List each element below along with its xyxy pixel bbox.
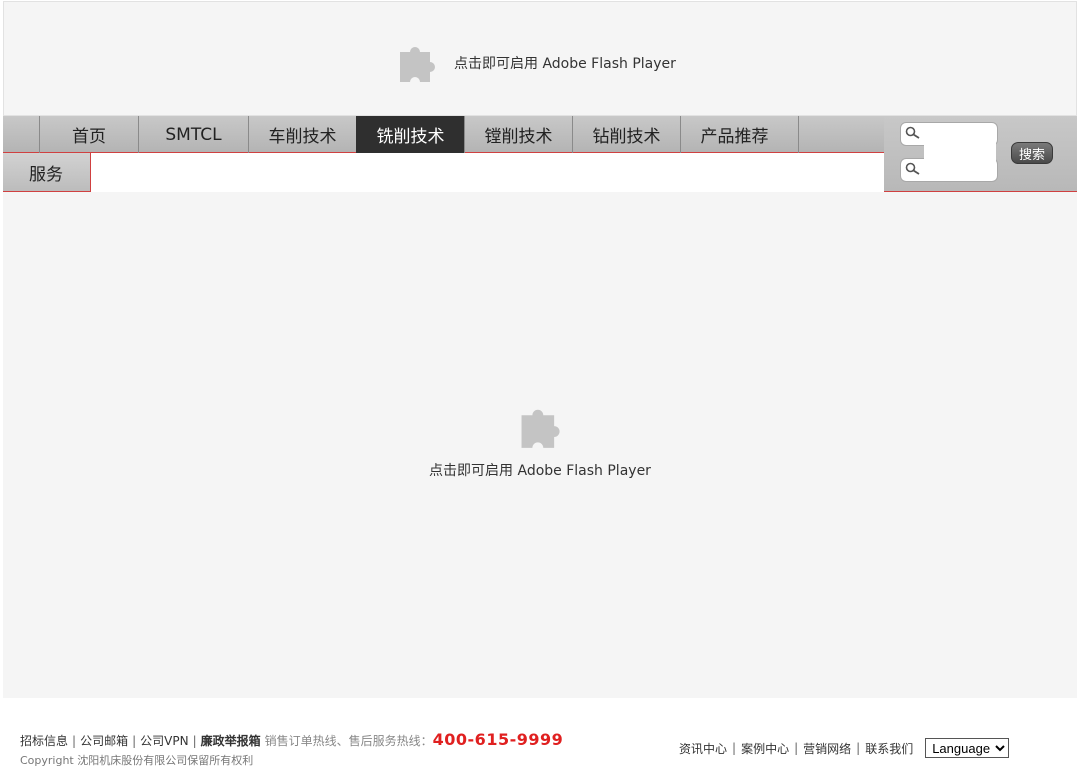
footer-link-cases[interactable]: 案例中心 — [741, 740, 789, 757]
footer-link-vpn[interactable]: 公司VPN — [140, 732, 188, 749]
footer-link-email[interactable]: 公司邮箱 — [80, 732, 128, 749]
footer-separator: | — [856, 741, 861, 755]
language-select[interactable]: Language — [925, 738, 1010, 758]
nav-divider — [798, 116, 799, 153]
hotline-number: 400-615-9999 — [432, 730, 564, 749]
nav-item-turning[interactable]: 车削技术 — [248, 116, 356, 153]
page: 点击即可启用 Adobe Flash Player 首页 SMTCL 车削技术 … — [0, 0, 1080, 778]
nav-item-service[interactable]: 服务 — [3, 153, 91, 192]
footer-link-network[interactable]: 营销网络 — [803, 740, 851, 757]
footer-links-left: 招标信息 | 公司邮箱 | 公司VPN | 廉政举报箱 销售订单热线、售后服务热… — [20, 730, 563, 749]
search-overlay — [924, 142, 996, 172]
hotline-label: 销售订单热线、售后服务热线： — [264, 734, 433, 748]
nav-item-boring[interactable]: 镗削技术 — [464, 116, 572, 153]
flash-enable-prompt[interactable]: 点击即可启用 Adobe Flash Player — [429, 460, 651, 480]
search-icon — [905, 161, 921, 180]
nav-item-milling[interactable]: 铣削技术 — [356, 116, 464, 153]
nav-item-smtcl[interactable]: SMTCL — [138, 116, 248, 153]
footer-link-contact[interactable]: 联系我们 — [865, 740, 913, 757]
footer-separator: | — [132, 734, 137, 748]
footer-separator: | — [794, 741, 799, 755]
search-panel: 搜索 — [884, 116, 1077, 192]
footer-separator: | — [732, 741, 737, 755]
footer-link-tender[interactable]: 招标信息 — [20, 732, 68, 749]
search-input-top[interactable] — [925, 125, 995, 143]
nav-item-drilling[interactable]: 钻削技术 — [572, 116, 680, 153]
flash-main-placeholder[interactable]: 点击即可启用 Adobe Flash Player — [3, 192, 1077, 698]
footer-link-report[interactable]: 廉政举报箱 — [201, 732, 261, 749]
footer-left: 招标信息 | 公司邮箱 | 公司VPN | 廉政举报箱 销售订单热线、售后服务热… — [20, 730, 563, 768]
puzzle-plugin-icon — [515, 400, 565, 454]
puzzle-plugin-icon — [394, 38, 440, 88]
footer: 招标信息 | 公司邮箱 | 公司VPN | 廉政举报箱 销售订单热线、售后服务热… — [0, 698, 1080, 778]
footer-separator: | — [72, 734, 77, 748]
search-icon — [905, 125, 921, 144]
footer-separator: | — [192, 734, 197, 748]
footer-links-right: 资讯中心 | 案例中心 | 营销网络 | 联系我们 Language — [679, 738, 1010, 758]
footer-link-news[interactable]: 资讯中心 — [679, 740, 727, 757]
nav-item-products[interactable]: 产品推荐 — [680, 116, 788, 153]
copyright-text: Copyright 沈阳机床股份有限公司保留所有权利 — [20, 754, 254, 767]
flash-banner-placeholder[interactable]: 点击即可启用 Adobe Flash Player — [3, 1, 1077, 116]
nav-item-home[interactable]: 首页 — [39, 116, 138, 153]
search-button[interactable]: 搜索 — [1011, 142, 1053, 164]
flash-enable-prompt[interactable]: 点击即可启用 Adobe Flash Player — [454, 53, 676, 73]
